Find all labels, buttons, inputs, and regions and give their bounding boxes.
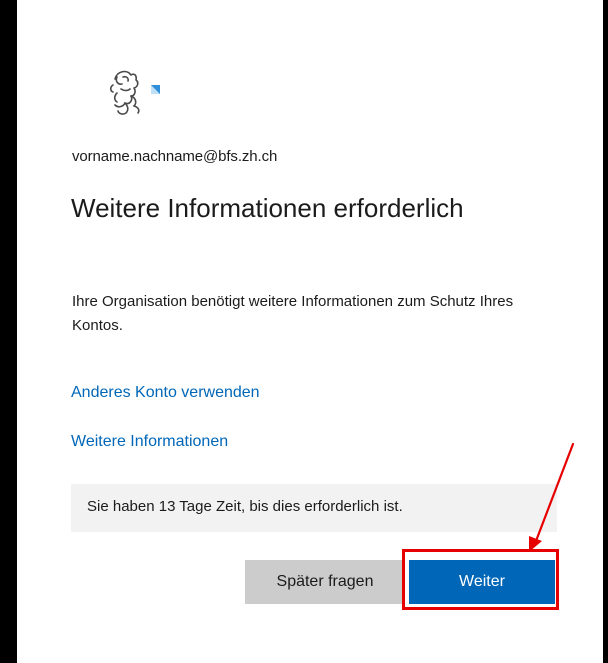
lion-logo-icon bbox=[109, 70, 160, 115]
more-information-link[interactable]: Weitere Informationen bbox=[71, 433, 228, 451]
ask-later-button[interactable]: Später fragen bbox=[245, 560, 405, 604]
sign-in-card: vorname.nachname@bfs.zh.ch Weitere Infor… bbox=[17, 0, 603, 663]
deadline-notice: Sie haben 13 Tage Zeit, bis dies erforde… bbox=[71, 484, 557, 532]
description-text: Ihre Organisation benötigt weitere Infor… bbox=[72, 293, 514, 334]
next-button[interactable]: Weiter bbox=[409, 560, 555, 604]
use-other-account-link[interactable]: Anderes Konto verwenden bbox=[71, 384, 260, 402]
organization-logo bbox=[103, 65, 173, 123]
account-email: vorname.nachname@bfs.zh.ch bbox=[72, 148, 278, 165]
page-title: Weitere Informationen erforderlich bbox=[71, 193, 464, 223]
